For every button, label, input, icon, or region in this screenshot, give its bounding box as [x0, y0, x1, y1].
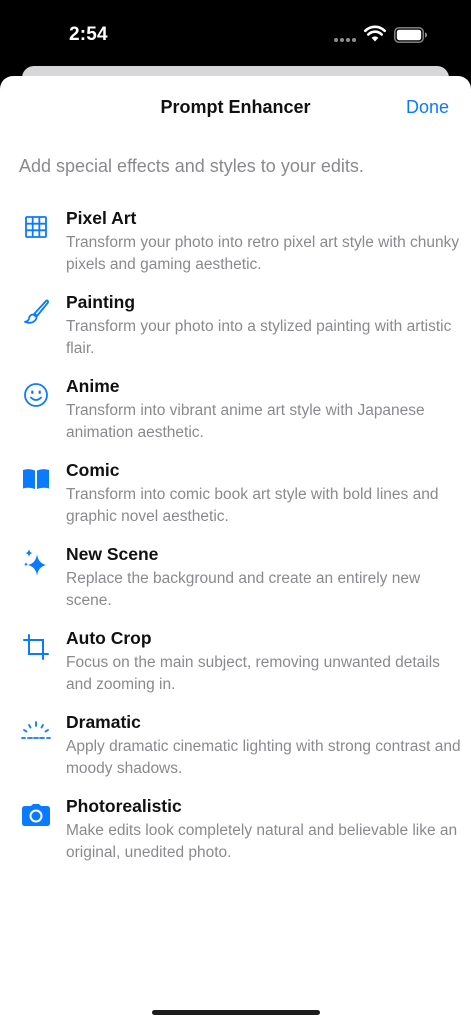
effect-item-dramatic[interactable]: Dramatic Apply dramatic cinematic lighti… [0, 710, 471, 794]
effect-title: Painting [66, 292, 136, 312]
effect-title: Photorealistic [66, 796, 182, 816]
status-bar: 2:54 [0, 0, 471, 70]
effect-item-anime[interactable]: Anime Transform into vibrant anime art s… [0, 374, 471, 458]
effect-item-painting[interactable]: Painting Transform your photo into a sty… [0, 290, 471, 374]
prompt-enhancer-sheet: Prompt Enhancer Done Add special effects… [0, 76, 471, 1024]
home-indicator[interactable] [152, 1010, 320, 1015]
effect-description: Transform your photo into retro pixel ar… [66, 234, 460, 273]
effect-title: New Scene [66, 544, 159, 564]
screen: 2:54 Prompt Enhancer Done Add special ef… [0, 0, 471, 1024]
effect-title: Auto Crop [66, 628, 152, 648]
effects-list: Pixel Art Transform your photo into retr… [0, 206, 471, 878]
effect-item-new-scene[interactable]: New Scene Replace the background and cre… [0, 542, 471, 626]
effect-description: Apply dramatic cinematic lighting with s… [66, 738, 461, 777]
book-icon [21, 465, 51, 493]
effect-description: Focus on the main subject, removing unwa… [66, 654, 440, 693]
effect-title: Comic [66, 460, 120, 480]
sheet-subtitle: Add special effects and styles to your e… [19, 156, 364, 176]
effect-title: Anime [66, 376, 120, 396]
effect-description: Transform into comic book art style with… [66, 486, 439, 525]
sunrise-icon [21, 717, 51, 745]
effect-item-auto-crop[interactable]: Auto Crop Focus on the main subject, rem… [0, 626, 471, 710]
effect-item-comic[interactable]: Comic Transform into comic book art styl… [0, 458, 471, 542]
effect-description: Transform your photo into a stylized pai… [66, 318, 452, 357]
camera-icon [21, 801, 51, 829]
smiley-icon [21, 381, 51, 409]
effect-description: Make edits look completely natural and b… [66, 822, 458, 861]
sheet-title: Prompt Enhancer [160, 97, 311, 117]
cellular-signal-icon [334, 38, 356, 44]
battery-icon [394, 27, 427, 43]
status-time: 2:54 [69, 24, 108, 45]
effect-description: Replace the background and create an ent… [66, 570, 421, 609]
grid-icon [21, 213, 51, 241]
effect-title: Pixel Art [66, 208, 137, 228]
effect-title: Dramatic [66, 712, 141, 732]
paintbrush-icon [21, 297, 51, 325]
done-button[interactable]: Done [406, 97, 449, 118]
wifi-icon [364, 25, 386, 42]
effect-item-photorealistic[interactable]: Photorealistic Make edits look completel… [0, 794, 471, 878]
crop-icon [21, 633, 51, 661]
sparkles-icon [21, 549, 51, 577]
effect-item-pixel-art[interactable]: Pixel Art Transform your photo into retr… [0, 206, 471, 290]
effect-description: Transform into vibrant anime art style w… [66, 402, 425, 441]
